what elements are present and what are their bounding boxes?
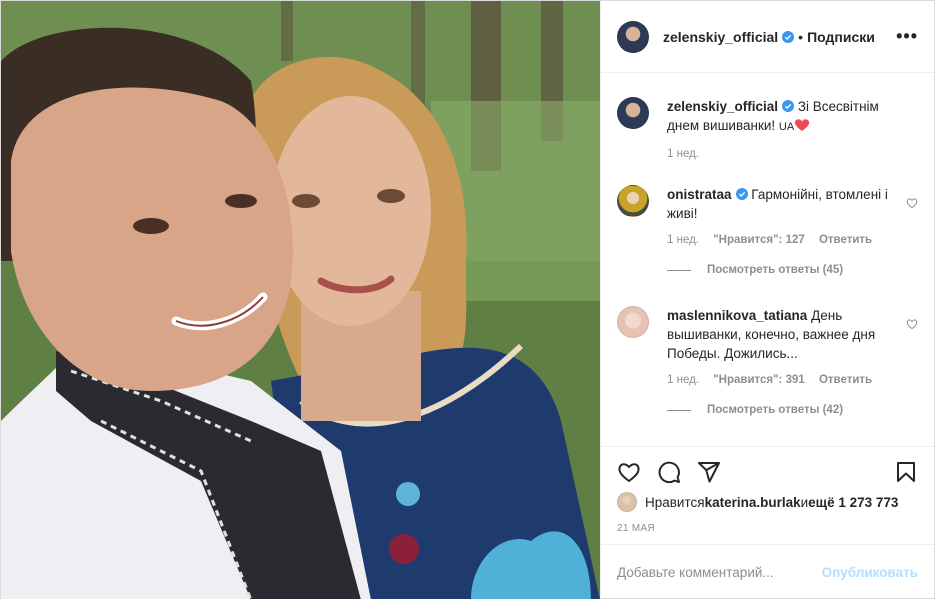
add-comment-input[interactable]: Добавьте комментарий... (617, 565, 822, 580)
share-icon[interactable] (697, 460, 721, 484)
caption-body: zelenskiy_official Зі Всесвітнім днем ви… (667, 97, 892, 137)
comment-item: onistrataa Гармонійні, втомлені і живі! … (617, 185, 918, 276)
comment-icon[interactable] (657, 460, 681, 484)
verified-badge-icon (782, 100, 795, 112)
post-photo[interactable] (1, 1, 600, 599)
avatar-zelenskiy[interactable] (617, 97, 649, 129)
comment-time: 1 нед. (667, 234, 699, 246)
avatar-zelenskiy[interactable] (617, 20, 649, 53)
comment-meta: 1 нед. "Нравится": 127 Ответить (667, 234, 918, 246)
view-replies-label: Посмотреть ответы (42) (707, 404, 844, 416)
post-date[interactable]: 21 МАЯ (617, 523, 655, 534)
comment-likes[interactable]: "Нравится": 391 (713, 374, 805, 386)
comment-body: maslennikova_tatiana День вышиванки, кон… (667, 306, 892, 363)
likes-middle: и (800, 494, 809, 510)
post-header: zelenskiy_official • Подписки ••• (601, 1, 934, 73)
flag-text: UA (778, 121, 795, 133)
replies-line (667, 269, 691, 271)
caption: zelenskiy_official Зі Всесвітнім днем ви… (617, 97, 918, 160)
comments-list[interactable]: zelenskiy_official Зі Всесвітнім днем ви… (601, 73, 934, 447)
action-icons-row (617, 459, 918, 485)
verified-badge-icon (735, 188, 748, 200)
header-username[interactable]: zelenskiy_official (663, 29, 778, 45)
photo-illustration (1, 1, 600, 599)
post-side-panel: zelenskiy_official • Подписки ••• zelens… (600, 1, 934, 599)
replies-line (667, 409, 691, 411)
reply-button[interactable]: Ответить (819, 374, 872, 386)
avatar-maslennikova[interactable] (617, 306, 649, 338)
comment-item: maslennikova_tatiana День вышиванки, кон… (617, 306, 918, 416)
reply-button[interactable]: Ответить (819, 234, 872, 246)
comment-like-heart-icon[interactable] (906, 197, 918, 209)
likes-summary[interactable]: Нравится katerina.burlak и ещё 1 273 773 (617, 492, 898, 512)
comment-likes[interactable]: "Нравится": 127 (713, 234, 805, 246)
avatar-katerina[interactable] (617, 492, 637, 512)
red-heart-emoji-icon (795, 119, 810, 131)
bookmark-icon[interactable] (894, 460, 918, 484)
caption-time: 1 нед. (667, 148, 699, 160)
caption-meta: 1 нед. (667, 148, 918, 160)
more-options-icon[interactable]: ••• (896, 26, 918, 47)
view-replies-label: Посмотреть ответы (45) (707, 264, 844, 276)
instagram-post: zelenskiy_official • Подписки ••• zelens… (0, 0, 935, 599)
comment-meta: 1 нед. "Нравится": 391 Ответить (667, 374, 918, 386)
add-comment-bar: Добавьте комментарий... Опубликовать (601, 544, 934, 599)
comment-username[interactable]: onistrataa (667, 187, 732, 202)
actions-divider (601, 446, 934, 447)
comment-time: 1 нед. (667, 374, 699, 386)
view-replies-button[interactable]: Посмотреть ответы (42) (667, 404, 918, 416)
likes-prefix: Нравится (645, 494, 705, 510)
comment-body: onistrataa Гармонійні, втомлені і живі! (667, 185, 892, 223)
likes-user[interactable]: katerina.burlak (705, 495, 801, 510)
comment-username[interactable]: maslennikova_tatiana (667, 308, 807, 323)
avatar-onistrataa[interactable] (617, 185, 649, 217)
publish-button[interactable]: Опубликовать (822, 565, 918, 580)
likes-count[interactable]: ещё 1 273 773 (808, 495, 898, 510)
view-replies-button[interactable]: Посмотреть ответы (45) (667, 264, 918, 276)
verified-badge-icon (782, 30, 795, 43)
heart-icon[interactable] (617, 460, 641, 484)
caption-username[interactable]: zelenskiy_official (667, 99, 778, 114)
header-dot: • (798, 28, 804, 45)
follow-button[interactable]: Подписки (807, 29, 875, 45)
comment-like-heart-icon[interactable] (906, 318, 918, 330)
